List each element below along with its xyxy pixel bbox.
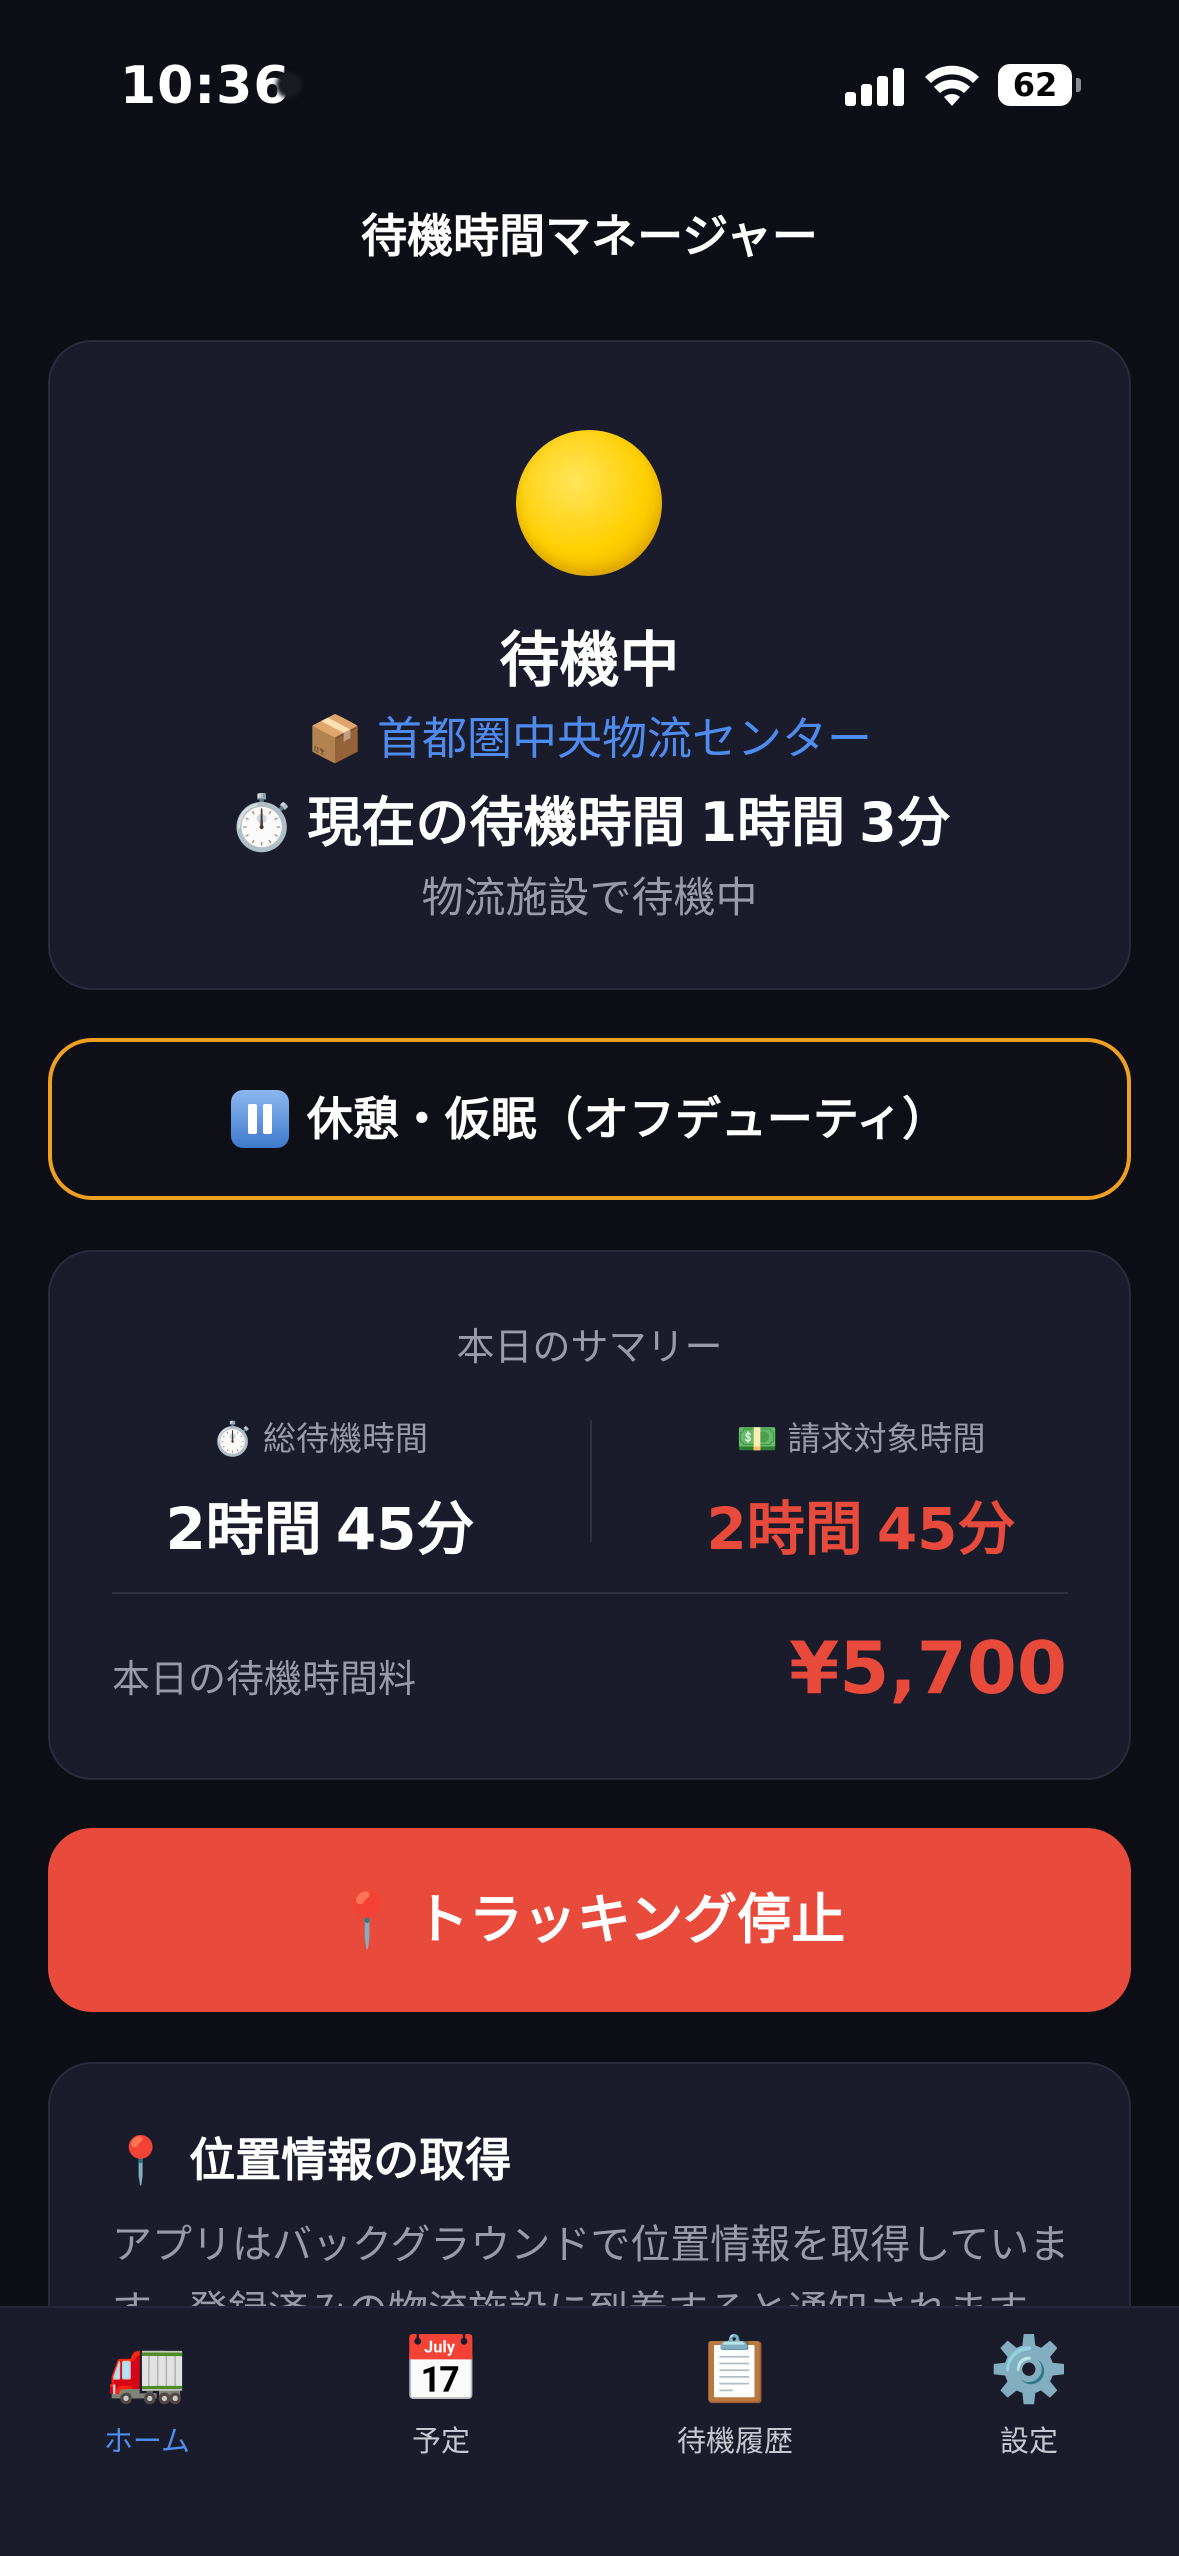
current-wait-prefix: 現在の待機時間	[307, 791, 686, 854]
total-wait-value: 2時間 45分	[50, 1482, 590, 1566]
stop-tracking-button[interactable]: 📍 トラッキング停止	[48, 1828, 1131, 2012]
break-off-duty-button[interactable]: 休憩・仮眠（オフデューティ）	[48, 1038, 1131, 1200]
tab-home[interactable]: 🚛 ホーム	[0, 2330, 294, 2460]
current-status-card: 待機中 📦 首都圏中央物流センター ⏱️ 現在の待機時間 1時間 3分 物流施設で待機中	[48, 340, 1131, 990]
facility-name[interactable]: 首都圏中央物流センター	[377, 712, 872, 765]
pin-icon: 📍	[112, 2133, 170, 2187]
total-wait-column: ⏱️ 総待機時間 2時間 45分	[50, 1412, 590, 1566]
billable-value: 2時間 45分	[591, 1482, 1131, 1566]
summary-separator	[112, 1592, 1068, 1594]
facility-row[interactable]: 📦 首都圏中央物流センター	[50, 702, 1129, 767]
tab-settings[interactable]: ⚙️ 設定	[882, 2330, 1176, 2460]
current-wait-row: ⏱️ 現在の待機時間 1時間 3分	[50, 778, 1129, 857]
fee-value: ¥5,700	[789, 1626, 1067, 1710]
clipboard-icon: 📋	[695, 2333, 775, 2407]
pause-icon	[230, 1089, 289, 1148]
total-wait-label: 総待機時間	[263, 1419, 429, 1458]
calendar-icon: 📅	[401, 2333, 481, 2407]
package-icon: 📦	[306, 712, 363, 765]
status-label: 待機中	[499, 626, 680, 696]
gear-icon: ⚙️	[989, 2333, 1069, 2407]
pin-icon: 📍	[333, 1888, 401, 1951]
money-icon: 💵	[736, 1419, 778, 1458]
stopwatch-icon: ⏱️	[211, 1419, 254, 1458]
summary-title: 本日のサマリー	[456, 1325, 723, 1369]
total-wait-label-row: ⏱️ 総待機時間	[50, 1412, 590, 1460]
wifi-icon	[925, 65, 979, 106]
stop-tracking-label: トラッキング停止	[414, 1888, 846, 1951]
current-wait-hours: 1時間	[699, 791, 846, 854]
location-title: 位置情報の取得	[189, 2133, 512, 2187]
cellular-signal-icon	[845, 66, 905, 106]
break-button-label: 休憩・仮眠（オフデューティ）	[306, 1092, 949, 1146]
billable-label-row: 💵 請求対象時間	[591, 1412, 1131, 1460]
status-indicator-icon	[516, 430, 662, 576]
tab-bar: 🚛 ホーム 📅 予定 📋 待機履歴 ⚙️ 設定	[0, 2306, 1179, 2556]
billable-time-column: 💵 請求対象時間 2時間 45分	[591, 1412, 1131, 1566]
tab-settings-label: 設定	[999, 2424, 1058, 2458]
daily-summary-card: 本日のサマリー ⏱️ 総待機時間 2時間 45分 💵 請求対象時間 2時間 45分 本日…	[48, 1250, 1131, 1780]
tab-history[interactable]: 📋 待機履歴	[588, 2330, 882, 2460]
billable-hours: 2時間	[706, 1495, 863, 1563]
page-title: 待機時間マネージャー	[361, 209, 818, 263]
billable-label: 請求対象時間	[787, 1419, 986, 1458]
tab-schedule-label: 予定	[411, 2424, 470, 2458]
battery-tip	[1076, 78, 1081, 92]
location-title-row: 📍 位置情報の取得	[112, 2124, 511, 2190]
truck-icon: 🚛	[107, 2333, 187, 2407]
tab-history-label: 待機履歴	[676, 2424, 793, 2458]
app-screen: 10:36 62 待機時間マネージャー 待機中 📦 首都圏中央物流センター ⏱️ 現…	[0, 0, 1179, 2556]
fee-label: 本日の待機時間料	[112, 1657, 417, 1701]
tab-schedule[interactable]: 📅 予定	[294, 2330, 588, 2460]
billable-minutes: 45分	[876, 1495, 1016, 1563]
battery-indicator: 62	[998, 64, 1072, 106]
status-time: 10:36	[120, 56, 291, 116]
total-wait-hours: 2時間	[165, 1495, 322, 1563]
status-bar: 10:36 62	[0, 0, 1179, 150]
status-subtitle: 物流施設で待機中	[421, 873, 758, 922]
privacy-indicator	[276, 72, 302, 98]
tab-home-label: ホーム	[103, 2424, 191, 2458]
current-wait-minutes: 3分	[859, 791, 951, 854]
total-wait-minutes: 45分	[335, 1495, 475, 1563]
stopwatch-icon: ⏱️	[228, 791, 296, 854]
